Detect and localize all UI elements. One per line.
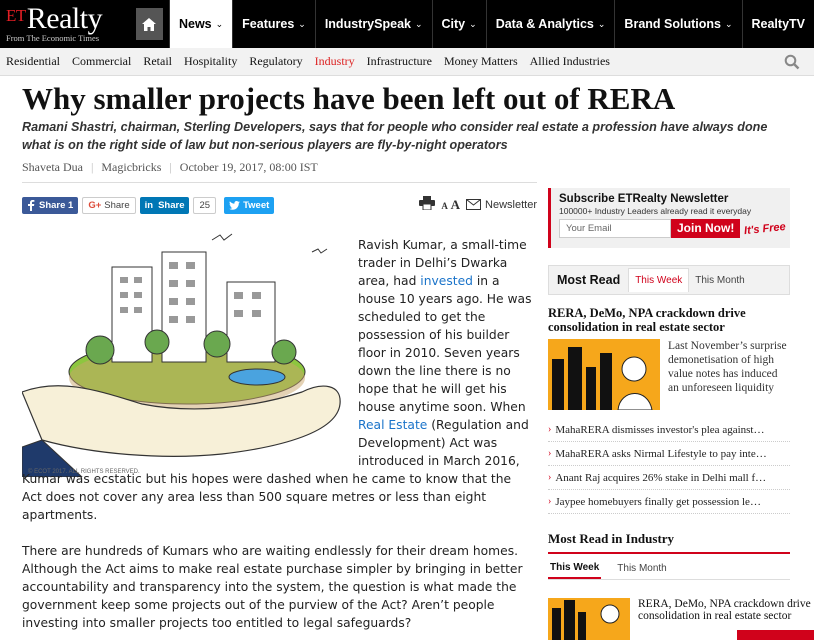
- subnav-infrastructure[interactable]: Infrastructure: [367, 54, 432, 69]
- article-tools: A A Newsletter: [419, 196, 537, 213]
- chevron-down-icon: ⌄: [215, 18, 224, 29]
- logo-tagline: From The Economic Times: [6, 33, 100, 43]
- mail-icon: [466, 199, 482, 210]
- logo-name: Realty: [26, 2, 103, 35]
- source-name[interactable]: Magicbricks: [101, 160, 161, 175]
- top-nav-bar: ETRealty From The Economic Times News ⌄ F…: [0, 0, 814, 48]
- list-item[interactable]: › MahaRERA asks Nirmal Lifestyle to pay i…: [548, 442, 790, 466]
- article-synopsis: Ramani Shastri, chairman, Sterling Devel…: [22, 120, 768, 152]
- list-item[interactable]: › Anant Raj acquires 26% stake in Delhi m…: [548, 466, 790, 490]
- author-name[interactable]: Shaveta Dua: [22, 160, 83, 175]
- facebook-icon: [28, 199, 35, 211]
- free-badge: It's Free: [743, 220, 787, 237]
- etrealty-logo[interactable]: ETRealty From The Economic Times: [0, 0, 130, 48]
- print-icon[interactable]: [419, 196, 436, 213]
- most-read-industry-title: Most Read in Industry: [548, 531, 675, 546]
- most-read-list: › MahaRERA dismisses investor's plea agai…: [548, 418, 790, 514]
- most-read-title: Most Read: [557, 273, 621, 287]
- logo-et: ET: [6, 6, 26, 25]
- subnav-regulatory[interactable]: Regulatory: [249, 54, 302, 69]
- newsletter-signup: Subscribe ETRealty Newsletter 100000+ In…: [548, 188, 790, 248]
- nav-data-analytics[interactable]: Data & Analytics ⌄: [485, 0, 615, 48]
- subnav-allied-industries[interactable]: Allied Industries: [530, 54, 610, 69]
- chevron-down-icon: ⌄: [298, 18, 306, 29]
- chevron-right-icon: ›: [548, 424, 552, 435]
- article-headline: Why smaller projects have been left out …: [22, 81, 676, 116]
- tab-industry-this-week[interactable]: This Week: [548, 558, 602, 579]
- tab-industry-this-month[interactable]: This Month: [615, 559, 668, 578]
- share-count: 25: [193, 196, 217, 214]
- chevron-down-icon: ⌄: [414, 18, 423, 29]
- linkedin-icon: in: [144, 199, 154, 211]
- twitter-icon: [229, 200, 240, 210]
- section-underline: [548, 552, 790, 554]
- article-paragraph: There are hundreds of Kumars who are wai…: [22, 544, 523, 630]
- invested-link[interactable]: invested: [420, 274, 473, 288]
- join-now-button[interactable]: Join Now!: [671, 219, 741, 238]
- real-estate-link[interactable]: Real Estate: [358, 418, 427, 432]
- newsletter-link[interactable]: Newsletter: [466, 199, 537, 211]
- share-bar: Share 1 G+ Share in Share 25 Tweet A A New…: [22, 196, 537, 214]
- feedback-tab[interactable]: [737, 630, 814, 640]
- subnav-industry[interactable]: Industry: [315, 54, 355, 69]
- list-item[interactable]: › MahaRERA dismisses investor's plea agai…: [548, 418, 790, 442]
- twitter-share-button[interactable]: Tweet: [224, 196, 275, 214]
- divider: [22, 182, 537, 183]
- gplus-share-button[interactable]: G+ Share: [82, 196, 136, 214]
- byline: Shaveta Dua | Magicbricks | October 19, …: [22, 160, 552, 175]
- byline-separator: |: [169, 160, 172, 174]
- gplus-icon: G+: [88, 199, 102, 211]
- subnav-residential[interactable]: Residential: [6, 54, 60, 69]
- lead-story-title[interactable]: RERA, DeMo, NPA crackdown drive consolid…: [548, 306, 790, 334]
- chevron-right-icon: ›: [548, 448, 552, 459]
- newsletter-title: Subscribe ETRealty Newsletter: [559, 193, 729, 205]
- chevron-down-icon: ⌄: [469, 18, 477, 29]
- chevron-down-icon: ⌄: [597, 18, 606, 29]
- subnav-money-matters[interactable]: Money Matters: [444, 54, 518, 69]
- home-icon[interactable]: [135, 8, 163, 40]
- chevron-right-icon: ›: [548, 496, 552, 507]
- most-read-lead-story[interactable]: RERA, DeMo, NPA crackdown drive consolid…: [548, 306, 790, 410]
- lead-story-thumbnail[interactable]: [548, 339, 660, 410]
- most-read-industry-tabs: This Week This Month: [548, 558, 790, 580]
- nav-news[interactable]: News ⌄: [168, 0, 233, 48]
- email-field[interactable]: Your Email: [559, 219, 671, 238]
- list-item[interactable]: › Jaypee homebuyers finally get possessio…: [548, 490, 790, 514]
- facebook-share-button[interactable]: Share 1: [22, 196, 79, 214]
- nav-features[interactable]: Features ⌄: [232, 0, 315, 48]
- chevron-down-icon: ⌄: [724, 18, 733, 29]
- linkedin-share-button[interactable]: in Share: [139, 196, 190, 214]
- subnav-commercial[interactable]: Commercial: [72, 54, 131, 69]
- industry-story-thumbnail[interactable]: [548, 598, 630, 640]
- newsletter-subtitle: 100000+ Industry Leaders already read it…: [559, 206, 752, 216]
- sub-nav-bar: Residential Commercial Retail Hospitalit…: [0, 48, 814, 76]
- chevron-right-icon: ›: [548, 472, 552, 483]
- lead-story-summary: Last November’s surprise demonetisation …: [668, 340, 787, 394]
- most-read-header: Most Read This Week This Month: [548, 265, 790, 295]
- article-body: Ravish Kumar, a small-time trader in Del…: [22, 236, 534, 640]
- font-size-control[interactable]: A A: [441, 197, 460, 213]
- tab-this-week[interactable]: This Week: [628, 268, 690, 292]
- subnav-retail[interactable]: Retail: [143, 54, 172, 69]
- publish-date: October 19, 2017, 08:00 IST: [179, 160, 318, 174]
- nav-city[interactable]: City ⌄: [431, 0, 486, 48]
- byline-separator: |: [90, 160, 94, 174]
- nav-brand-solutions[interactable]: Brand Solutions ⌄: [614, 0, 741, 48]
- tab-this-month[interactable]: This Month: [689, 269, 750, 292]
- nav-industryspeak[interactable]: IndustrySpeak ⌄: [314, 0, 432, 48]
- search-icon[interactable]: [784, 54, 800, 70]
- subnav-hospitality[interactable]: Hospitality: [184, 54, 237, 69]
- nav-realtytv[interactable]: RealtyTV: [741, 0, 814, 48]
